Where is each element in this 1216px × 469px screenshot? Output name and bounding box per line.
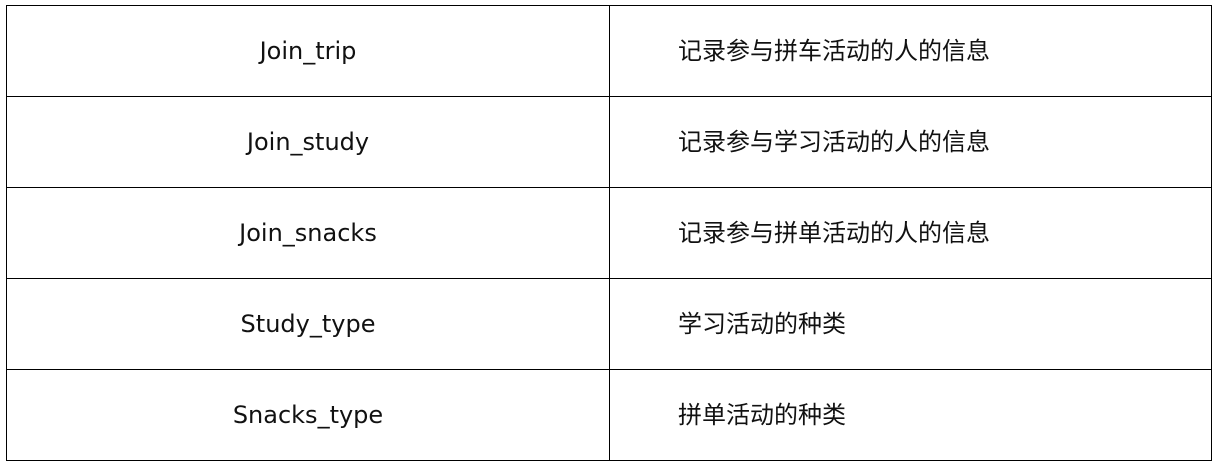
table-name-cell: Join_study (6, 96, 610, 188)
table-body: Join_trip 记录参与拼车活动的人的信息 Join_study 记录参与学… (6, 5, 1212, 461)
table-description-cell: 记录参与拼车活动的人的信息 (609, 5, 1212, 97)
table-description-cell: 学习活动的种类 (609, 278, 1212, 370)
table-row: Snacks_type 拼单活动的种类 (6, 369, 1212, 461)
table-name-cell: Snacks_type (6, 369, 610, 461)
table-description-cell: 记录参与学习活动的人的信息 (609, 96, 1212, 188)
table-row: Join_snacks 记录参与拼单活动的人的信息 (6, 187, 1212, 279)
data-dictionary-table: Join_trip 记录参与拼车活动的人的信息 Join_study 记录参与学… (6, 5, 1212, 461)
table-description-cell: 拼单活动的种类 (609, 369, 1212, 461)
table-name-cell: Join_snacks (6, 187, 610, 279)
table-name-cell: Join_trip (6, 5, 610, 97)
table-row: Join_study 记录参与学习活动的人的信息 (6, 96, 1212, 188)
table-row: Join_trip 记录参与拼车活动的人的信息 (6, 5, 1212, 97)
table-name-cell: Study_type (6, 278, 610, 370)
table-description-cell: 记录参与拼单活动的人的信息 (609, 187, 1212, 279)
table-row: Study_type 学习活动的种类 (6, 278, 1212, 370)
